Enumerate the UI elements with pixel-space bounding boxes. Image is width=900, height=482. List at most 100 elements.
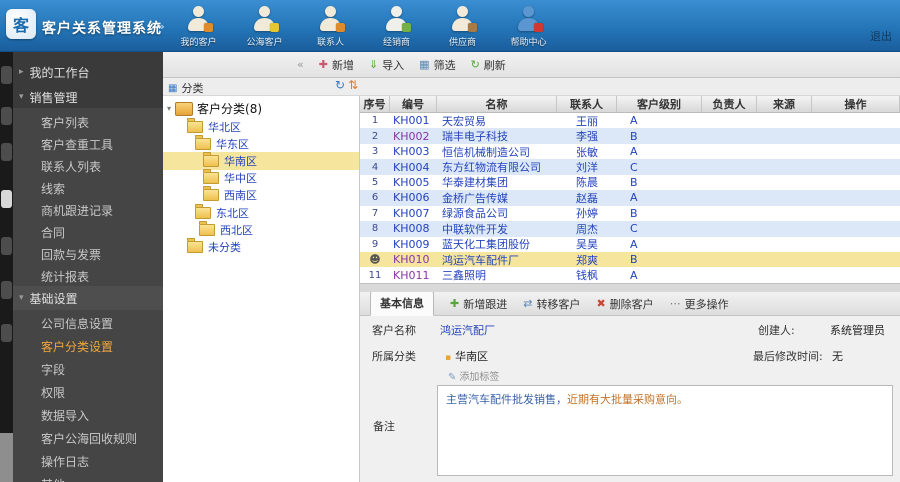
sidebar-item[interactable]: 线索 (13, 178, 163, 200)
tree-node[interactable]: 西南区 (163, 186, 359, 204)
table-row[interactable]: 3 KH003 恒信机械制造公司 张敏 A (360, 143, 900, 160)
detail-action-button[interactable]: ✖ 删除客户 (596, 296, 653, 312)
sidebar-section-header-sales[interactable]: ▾ 销售管理 (19, 89, 78, 105)
cell-contact[interactable]: 李强 (557, 128, 617, 144)
cell-level[interactable]: A (617, 269, 702, 282)
detail-action-button[interactable]: ⇄ 转移客户 (523, 296, 580, 312)
table-row[interactable]: 1 KH001 天宏贸易 王丽 A (360, 113, 900, 129)
toolbar-button[interactable]: ⇓ 导入 (369, 57, 404, 73)
cell-customer-code[interactable]: KH006 (390, 191, 437, 204)
tree-node[interactable]: 华东区 (163, 134, 359, 152)
tab-basic-info[interactable]: 基本信息 (370, 292, 434, 316)
collapse-all-icon[interactable]: ⇅ (348, 79, 358, 91)
toolbar-button[interactable]: ↻ 刷新 (471, 57, 506, 73)
table-row[interactable]: 9 KH009 蓝天化工集团股份 吴昊 A (360, 236, 900, 252)
sidebar-section-header-workspace[interactable]: ▸ 我的工作台 (19, 64, 90, 80)
sidebar-item[interactable]: 联系人列表 (13, 156, 163, 178)
cell-customer-name[interactable]: 恒信机械制造公司 (437, 144, 557, 160)
collapse-panel-icon[interactable]: « (297, 58, 304, 71)
sidebar-item[interactable]: 公司信息设置 (13, 313, 163, 336)
cell-contact[interactable]: 孙婷 (557, 205, 617, 221)
titlebar-app-button[interactable]: 联系人 (302, 6, 359, 51)
cell-contact[interactable]: 钱枫 (557, 267, 617, 283)
tree-root-node[interactable]: ▾ 客户分类(8) (167, 100, 262, 117)
cell-customer-code[interactable]: KH008 (390, 222, 437, 235)
table-row[interactable]: 7 KH007 绿源食品公司 孙婷 B (360, 205, 900, 222)
grid-header-cell[interactable]: 负责人 (702, 96, 757, 112)
tree-node[interactable]: 西北区 (163, 220, 359, 238)
cell-contact[interactable]: 陈晨 (557, 174, 617, 190)
toolbar-button[interactable]: ✚ 新增 (319, 57, 354, 73)
sidebar-item[interactable]: 操作日志 (13, 451, 163, 474)
cell-customer-code[interactable]: KH011 (390, 269, 437, 282)
titlebar-app-button[interactable]: 供应商 (434, 6, 491, 51)
sidebar-item[interactable]: 合同 (13, 222, 163, 244)
cell-customer-code[interactable]: KH002 (390, 130, 437, 143)
cell-level[interactable]: B (617, 253, 702, 266)
grid-header-cell[interactable]: 编号 (390, 96, 437, 112)
table-row[interactable]: ☻ KH010 鸿运汽车配件厂 郑爽 B (360, 251, 900, 268)
titlebar-app-button[interactable]: 帮助中心 (500, 6, 557, 51)
cell-customer-code[interactable]: KH005 (390, 176, 437, 189)
sidebar-item[interactable]: 数据导入 (13, 405, 163, 428)
cell-customer-name[interactable]: 三鑫照明 (437, 267, 557, 283)
cell-level[interactable]: C (617, 161, 702, 174)
table-row[interactable]: 4 KH004 东方红物流有限公司 刘洋 C (360, 159, 900, 175)
sidebar-item[interactable]: 字段 (13, 359, 163, 382)
customer-name-link[interactable]: 鸿运汽配厂 (440, 322, 495, 338)
sidebar-item[interactable]: 商机跟进记录 (13, 200, 163, 222)
cell-contact[interactable]: 赵磊 (557, 190, 617, 206)
tree-node[interactable]: 华中区 (163, 169, 359, 187)
cell-level[interactable]: A (617, 114, 702, 127)
cell-level[interactable]: A (617, 238, 702, 251)
cell-customer-code[interactable]: KH010 (390, 253, 437, 266)
toolbar-button[interactable]: ▦ 筛选 (419, 57, 455, 73)
cell-customer-code[interactable]: KH007 (390, 207, 437, 220)
cell-customer-code[interactable]: KH001 (390, 114, 437, 127)
grid-header-cell[interactable]: 客户级别 (617, 96, 702, 112)
sidebar-item[interactable]: 权限 (13, 382, 163, 405)
cell-customer-code[interactable]: KH003 (390, 145, 437, 158)
cell-level[interactable]: B (617, 176, 702, 189)
grid-header-cell[interactable]: 来源 (757, 96, 812, 112)
cell-customer-name[interactable]: 中联软件开发 (437, 221, 557, 237)
detail-action-button[interactable]: ✚ 新增跟进 (450, 296, 507, 312)
grid-header-cell[interactable]: 序号 (360, 96, 390, 112)
cell-customer-name[interactable]: 金桥广告传媒 (437, 190, 557, 206)
cell-customer-name[interactable]: 鸿运汽车配件厂 (437, 252, 557, 268)
tree-view-tab[interactable]: ▦ 分类 (168, 80, 203, 96)
cell-level[interactable]: C (617, 222, 702, 235)
cell-contact[interactable]: 郑爽 (557, 252, 617, 268)
sidebar-item[interactable]: 统计报表 (13, 266, 163, 288)
table-row[interactable]: 2 KH002 瑞丰电子科技 李强 B (360, 128, 900, 144)
dock-icon[interactable] (1, 190, 12, 208)
cell-level[interactable]: B (617, 207, 702, 220)
logout-link[interactable]: 退出 (870, 28, 892, 44)
titlebar-app-button[interactable]: 经销商 (368, 6, 425, 51)
sidebar-item[interactable]: 客户列表 (13, 112, 163, 134)
tree-node[interactable]: 东北区 (163, 203, 359, 221)
cell-customer-name[interactable]: 天宏贸易 (437, 113, 557, 129)
cell-contact[interactable]: 张敏 (557, 144, 617, 160)
tree-node[interactable]: 华南区 (163, 151, 359, 170)
grid-header-cell[interactable]: 操作 (812, 96, 900, 112)
cell-level[interactable]: A (617, 145, 702, 158)
note-editor[interactable]: 主营汽车配件批发销售，近期有大批量采购意向。 (437, 385, 893, 476)
sidebar-section-header-settings[interactable]: ▾ 基础设置 (19, 290, 78, 306)
titlebar-app-button[interactable]: 公海客户 (236, 6, 293, 51)
dock-icon[interactable] (1, 324, 12, 342)
cell-level[interactable]: A (617, 191, 702, 204)
grid-header-cell[interactable]: 联系人 (557, 96, 617, 112)
cell-contact[interactable]: 周杰 (557, 221, 617, 237)
dock-icon[interactable] (1, 66, 12, 84)
titlebar-app-button[interactable]: 我的客户 (170, 6, 227, 51)
table-row[interactable]: 8 KH008 中联软件开发 周杰 C (360, 221, 900, 237)
cell-customer-name[interactable]: 绿源食品公司 (437, 205, 557, 221)
cell-contact[interactable]: 王丽 (557, 113, 617, 129)
cell-customer-name[interactable]: 瑞丰电子科技 (437, 128, 557, 144)
detail-action-button[interactable]: ⋯ 更多操作 (670, 296, 729, 312)
cell-customer-code[interactable]: KH009 (390, 238, 437, 251)
sidebar-item[interactable]: 客户公海回收规则 (13, 428, 163, 451)
tree-node[interactable]: 华北区 (163, 117, 359, 135)
tree-node[interactable]: 未分类 (163, 237, 359, 255)
